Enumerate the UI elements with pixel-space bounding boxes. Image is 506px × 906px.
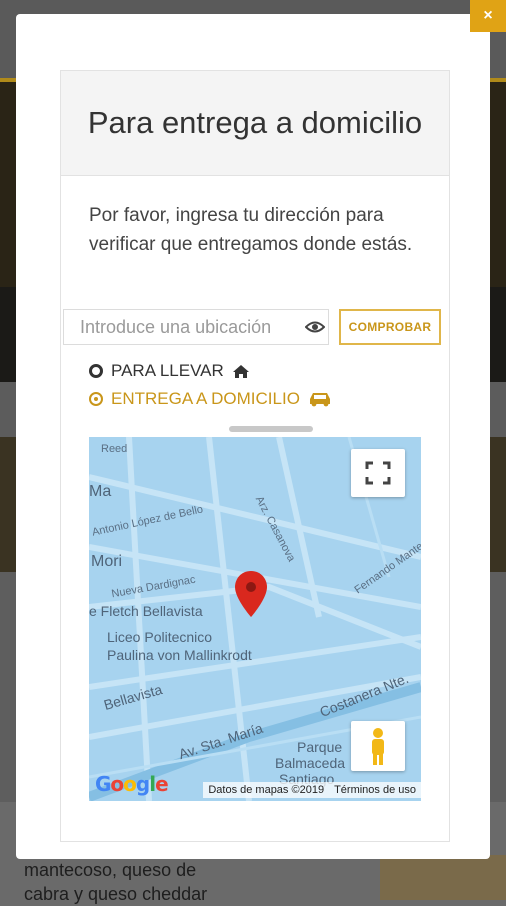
close-button[interactable]: × (470, 0, 506, 32)
delivery-card: Para entrega a domicilio Por favor, ingr… (60, 70, 450, 842)
fullscreen-icon (365, 461, 391, 485)
map-label: Mori (91, 553, 123, 570)
map-label: Reed (101, 443, 128, 455)
street-view-button[interactable] (351, 721, 405, 771)
radio-selected-icon[interactable] (89, 392, 103, 406)
eye-icon[interactable] (305, 319, 325, 335)
radio-unselected-icon[interactable] (89, 364, 103, 378)
map-label: Parque (297, 739, 343, 755)
option-delivery[interactable]: ENTREGA A DOMICILIO (89, 389, 332, 409)
modal-description: Por favor, ingresa tu dirección para ver… (89, 205, 413, 255)
map-label: Ma (89, 483, 112, 500)
drag-handle[interactable] (229, 426, 313, 432)
option-label: PARA LLEVAR (111, 361, 224, 380)
background-food-image (380, 855, 506, 900)
background-product-text: mantecoso, queso de cabra y queso chedda… (24, 860, 208, 904)
location-input[interactable] (63, 309, 329, 345)
option-pickup[interactable]: PARA LLEVAR (89, 361, 250, 381)
map-label: Liceo Politecnico (107, 629, 213, 645)
car-icon (309, 393, 330, 407)
map-label: Paulina von Mallinkrodt (107, 647, 252, 663)
pegman-icon (372, 728, 384, 765)
map-attribution: Datos de mapas ©2019 (203, 782, 330, 798)
modal-title: Para entrega a domicilio (61, 71, 449, 176)
fullscreen-button[interactable] (351, 449, 405, 497)
home-icon (232, 364, 249, 378)
map-label: e Fletch Bellavista (89, 603, 203, 619)
map-marker-icon[interactable] (233, 569, 269, 619)
delivery-modal: Para entrega a domicilio Por favor, ingr… (16, 14, 490, 859)
map-terms-link[interactable]: Términos de uso (329, 782, 421, 798)
check-button[interactable]: COMPROBAR (339, 309, 441, 345)
map-label: Balmaceda (275, 755, 346, 771)
option-label: ENTREGA A DOMICILIO (111, 389, 300, 408)
map-attribution-bar: Datos de mapas ©2019 Términos de uso (89, 779, 421, 801)
map[interactable]: Reed Ma Antonio López de Bello Arz. Casa… (89, 437, 421, 801)
